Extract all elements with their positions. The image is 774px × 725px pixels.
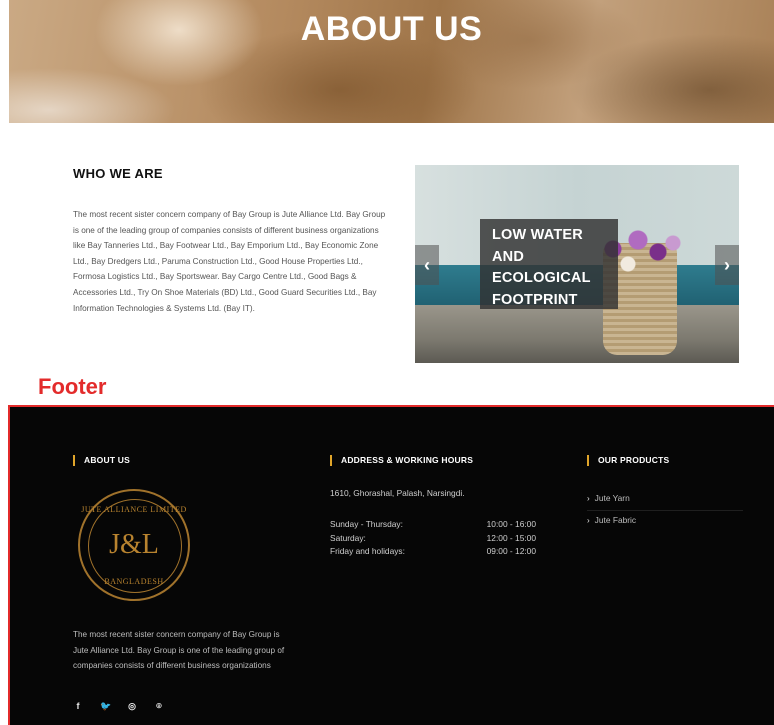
hours-day: Saturday: bbox=[330, 532, 366, 543]
hours-row: Saturday: 12:00 - 15:00 bbox=[330, 532, 536, 546]
product-link-label: Jute Fabric bbox=[594, 515, 637, 525]
social-links: f 🐦 ◎ ⌾ bbox=[73, 701, 164, 712]
slider-prev-icon[interactable]: ‹ bbox=[415, 245, 439, 285]
hours-time: 10:00 - 16:00 bbox=[486, 519, 536, 529]
logo-bottom-text: BANGLADESH bbox=[104, 577, 164, 586]
product-link-jute-fabric[interactable]: › Jute Fabric bbox=[587, 511, 743, 532]
footer-products-heading: OUR PRODUCTS bbox=[587, 455, 669, 466]
logo-top-text: JUTE ALLIANCE LIMITED bbox=[81, 505, 187, 514]
who-we-are-heading: WHO WE ARE bbox=[73, 166, 163, 181]
hours-row: Sunday - Thursday: 10:00 - 16:00 bbox=[330, 518, 536, 532]
address-line: 1610, Ghorashal, Palash, Narsingdi. bbox=[330, 488, 465, 498]
facebook-icon[interactable]: f bbox=[73, 701, 83, 712]
footer: ABOUT US JUTE ALLIANCE LIMITED J&L BANGL… bbox=[8, 405, 774, 725]
hero-banner: ABOUT US bbox=[9, 0, 774, 123]
slide-caption-line: AND bbox=[492, 248, 525, 265]
slide-caption-line: ECOLOGICAL bbox=[492, 270, 591, 286]
who-we-are-text: The most recent sister concern company o… bbox=[73, 210, 386, 313]
hours-time: 09:00 - 12:00 bbox=[486, 546, 536, 556]
twitter-icon[interactable]: 🐦 bbox=[100, 701, 111, 712]
hours-day: Friday and holidays: bbox=[330, 546, 405, 556]
page-title: ABOUT US bbox=[300, 10, 483, 48]
footer-annotation-label: Footer bbox=[38, 374, 107, 399]
footer-about-text: The most recent sister concern company o… bbox=[73, 630, 285, 671]
instagram-icon[interactable]: ◎ bbox=[127, 701, 137, 712]
slide-table bbox=[415, 305, 739, 363]
slider-next-icon[interactable]: › bbox=[715, 245, 739, 285]
logo-monogram: J&L bbox=[109, 529, 159, 560]
image-slider[interactable]: LOW WATER AND ECOLOGICAL FOOTPRINT ‹ › bbox=[415, 165, 739, 363]
chevron-right-icon: › bbox=[587, 494, 590, 503]
slide-caption: LOW WATER AND ECOLOGICAL FOOTPRINT bbox=[480, 219, 618, 309]
slide-caption-line: LOW WATER bbox=[492, 227, 583, 243]
slide-caption-line: FOOTPRINT bbox=[492, 291, 578, 308]
footer-address-heading: ADDRESS & WORKING HOURS bbox=[330, 455, 473, 466]
github-icon[interactable]: ⌾ bbox=[154, 701, 164, 712]
product-link-label: Jute Yarn bbox=[594, 493, 630, 503]
working-hours: Sunday - Thursday: 10:00 - 16:00 Saturda… bbox=[330, 518, 536, 559]
hours-row: Friday and holidays: 09:00 - 12:00 bbox=[330, 545, 536, 559]
hours-day: Sunday - Thursday: bbox=[330, 519, 403, 529]
chevron-right-icon: › bbox=[587, 516, 590, 525]
footer-about-heading: ABOUT US bbox=[73, 455, 130, 466]
company-logo: JUTE ALLIANCE LIMITED J&L BANGLADESH bbox=[78, 489, 190, 601]
product-link-jute-yarn[interactable]: › Jute Yarn bbox=[587, 489, 743, 511]
hours-time: 12:00 - 15:00 bbox=[486, 532, 536, 543]
products-list: › Jute Yarn › Jute Fabric bbox=[587, 489, 743, 532]
